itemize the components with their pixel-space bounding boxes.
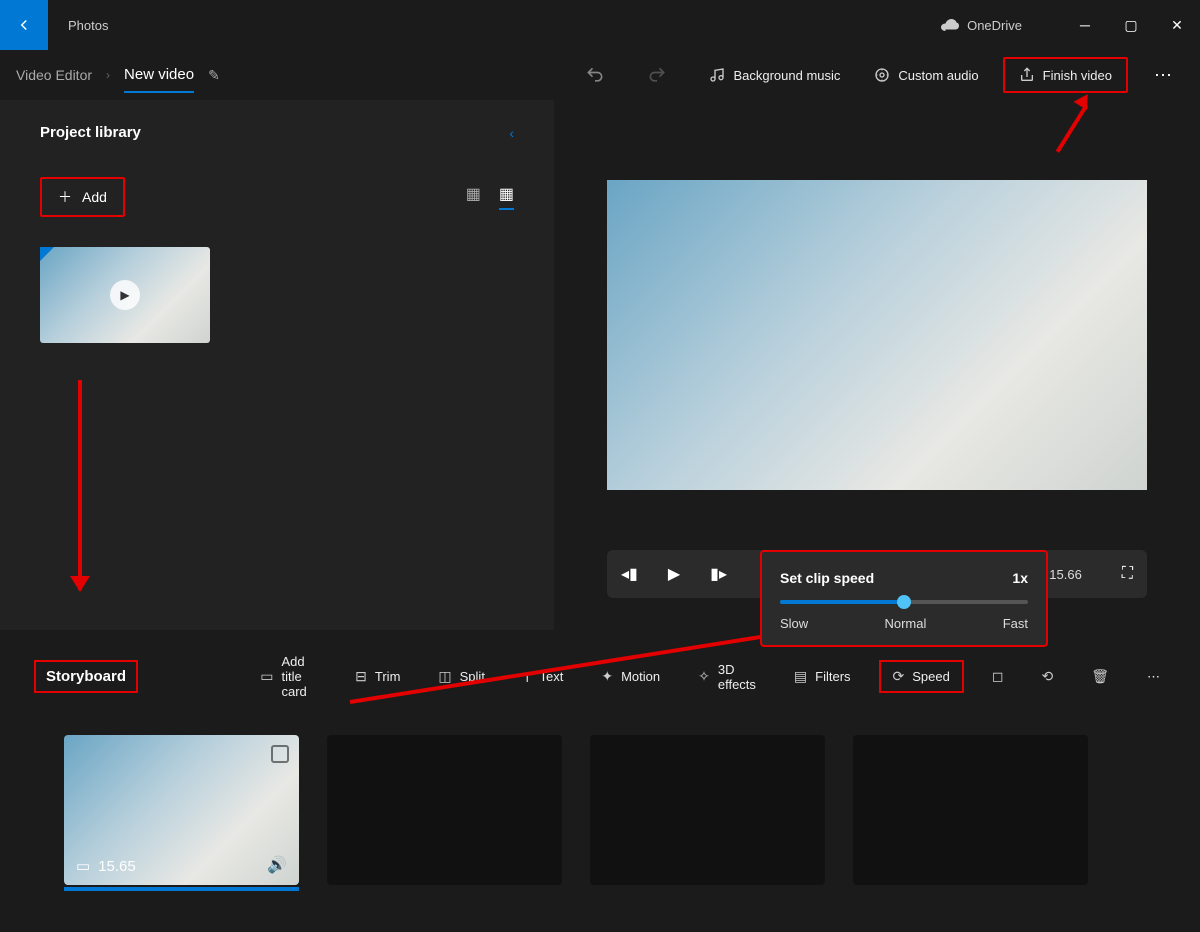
collapse-library-icon[interactable]: ‹: [509, 125, 514, 141]
clip-duration: ▭ 15.65: [76, 857, 136, 875]
clip-audio-icon[interactable]: 🔊: [267, 855, 287, 875]
redo-button[interactable]: [637, 59, 677, 91]
fullscreen-button[interactable]: ⛶: [1122, 565, 1133, 583]
video-preview[interactable]: [607, 180, 1147, 490]
split-icon: ◫: [438, 668, 451, 685]
custom-audio-button[interactable]: Custom audio: [864, 61, 988, 89]
storyboard-empty-slot[interactable]: [327, 735, 562, 885]
rotate-button[interactable]: ⟲: [1031, 662, 1063, 691]
onedrive-label: OneDrive: [967, 18, 1022, 33]
delete-button[interactable]: 🗑: [1081, 662, 1119, 691]
minimize-button[interactable]: ─: [1062, 0, 1108, 50]
storyboard-empty-slot[interactable]: [853, 735, 1088, 885]
play-icon: ▶: [110, 280, 140, 310]
card-icon: ▭: [260, 668, 273, 685]
slider-thumb[interactable]: [897, 595, 911, 609]
close-button[interactable]: ✕: [1154, 0, 1200, 50]
add-title-card-button[interactable]: ▭Add title card: [250, 648, 327, 705]
motion-icon: ✦: [601, 668, 613, 685]
speed-value: 1x: [1012, 570, 1028, 586]
crop-icon: ◻: [992, 668, 1004, 685]
speed-button-highlight: ⟳Speed: [879, 660, 964, 693]
filters-button[interactable]: ▤Filters: [784, 662, 861, 691]
library-clip-thumbnail[interactable]: ▶: [40, 247, 210, 343]
rotate-icon: ⟲: [1041, 668, 1053, 685]
trim-button[interactable]: ⊟Trim: [345, 662, 410, 691]
storyboard-empty-slot[interactable]: [590, 735, 825, 885]
speed-slow-label: Slow: [780, 616, 808, 631]
titlebar: Photos OneDrive ─ ▢ ✕: [0, 0, 1200, 50]
speed-popup-title: Set clip speed: [780, 570, 874, 586]
add-media-button[interactable]: ＋ Add: [40, 177, 125, 217]
breadcrumb-root[interactable]: Video Editor: [16, 67, 92, 83]
edit-name-icon[interactable]: ✎: [208, 67, 220, 84]
storyboard-clip[interactable]: ▭ 15.65 🔊: [64, 735, 299, 885]
header-toolbar: Video Editor › New video ✎ Background mu…: [0, 50, 1200, 100]
clip-select-checkbox[interactable]: [271, 745, 289, 763]
project-library-panel: Project library ‹ ＋ Add ▦ ▦ ▶: [0, 100, 554, 630]
filters-icon: ▤: [794, 668, 807, 685]
speed-icon: ⟳: [893, 668, 905, 685]
play-button[interactable]: ▶: [668, 564, 680, 584]
back-button[interactable]: [0, 0, 48, 50]
next-frame-button[interactable]: ▮▸: [710, 564, 727, 584]
sparkle-icon: ✧: [698, 668, 710, 685]
project-name[interactable]: New video: [124, 66, 194, 93]
annotation-arrow-finish: [1050, 95, 1094, 155]
app-title: Photos: [68, 18, 108, 33]
onedrive-button[interactable]: OneDrive: [941, 18, 1022, 33]
finish-video-button[interactable]: Finish video: [1009, 61, 1122, 89]
speed-fast-label: Fast: [1003, 616, 1028, 631]
storyboard-clips: ▭ 15.65 🔊: [0, 705, 1200, 885]
chevron-right-icon: ›: [106, 68, 110, 82]
storyboard-more-button[interactable]: ⋯: [1137, 663, 1170, 691]
plus-icon: ＋: [58, 187, 72, 207]
speed-slider[interactable]: [780, 600, 1028, 604]
annotation-arrow-down: [78, 380, 82, 590]
window-controls: ─ ▢ ✕: [1062, 0, 1200, 50]
maximize-button[interactable]: ▢: [1108, 0, 1154, 50]
speed-button[interactable]: ⟳Speed: [889, 666, 954, 687]
grid-large-icon[interactable]: ▦: [499, 184, 514, 210]
prev-frame-button[interactable]: ◂▮: [621, 564, 638, 584]
background-music-button[interactable]: Background music: [699, 61, 850, 89]
breadcrumb: Video Editor › New video ✎: [16, 58, 220, 93]
undo-button[interactable]: [575, 59, 615, 91]
trim-icon: ⊟: [355, 668, 367, 685]
3d-effects-button[interactable]: ✧3D effects: [688, 656, 766, 698]
speed-normal-label: Normal: [884, 616, 926, 631]
finish-video-highlight: Finish video: [1003, 57, 1128, 93]
trash-icon: 🗑: [1091, 668, 1109, 685]
speed-popup: Set clip speed 1x Slow Normal Fast: [760, 550, 1048, 647]
grid-small-icon[interactable]: ▦: [466, 184, 481, 210]
storyboard-label: Storyboard: [34, 660, 138, 693]
motion-button[interactable]: ✦Motion: [591, 662, 670, 691]
more-button[interactable]: ⋯: [1142, 65, 1184, 86]
crop-button[interactable]: ◻: [982, 662, 1014, 691]
duration-icon: ▭: [76, 857, 90, 875]
library-title: Project library: [40, 124, 141, 141]
